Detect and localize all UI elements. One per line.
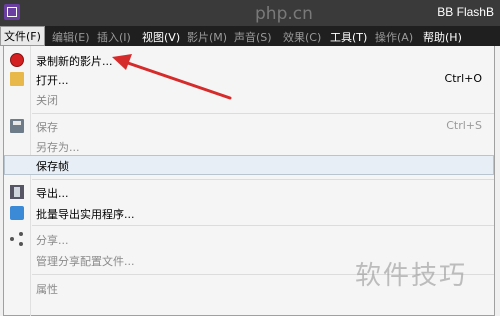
arrow-shaft	[123, 60, 232, 100]
watermark-brand: 软件技巧	[355, 261, 468, 291]
watermark-site: php.cn	[255, 4, 313, 24]
arrow-head	[112, 54, 132, 70]
